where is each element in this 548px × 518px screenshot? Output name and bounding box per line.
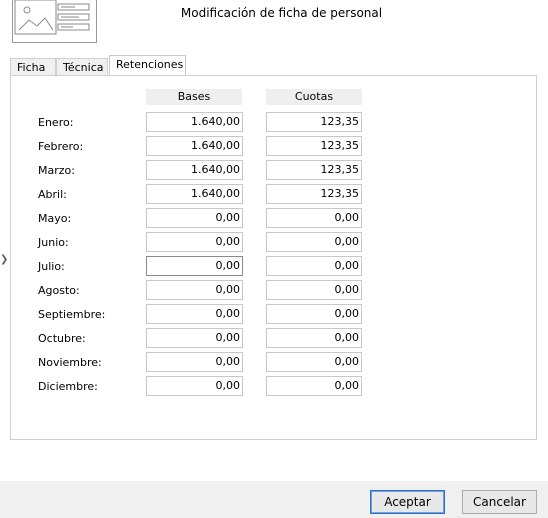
base-input[interactable]: 1.640,00 [146, 184, 243, 204]
month-label: Diciembre: [38, 380, 98, 393]
base-input[interactable]: 0,00 [146, 304, 243, 324]
tab-ficha[interactable]: Ficha [10, 58, 56, 76]
tab-retenciones[interactable]: Retenciones [109, 55, 186, 76]
base-input[interactable]: 0,00 [146, 328, 243, 348]
cuotas-column-header: Cuotas [266, 89, 362, 105]
month-label: Noviembre: [38, 356, 102, 369]
cuota-input[interactable]: 123,35 [266, 136, 362, 156]
base-input[interactable]: 0,00 [146, 208, 243, 228]
cuota-input[interactable]: 0,00 [266, 352, 362, 372]
base-input[interactable]: 0,00 [146, 280, 243, 300]
base-input[interactable]: 1.640,00 [146, 112, 243, 132]
cuota-input[interactable]: 0,00 [266, 376, 362, 396]
month-label: Septiembre: [38, 308, 106, 321]
cuota-input[interactable]: 0,00 [266, 208, 362, 228]
cuota-input[interactable]: 0,00 [266, 256, 362, 276]
base-input[interactable]: 0,00 [146, 376, 243, 396]
cuota-input[interactable]: 0,00 [266, 304, 362, 324]
base-input[interactable]: 0,00 [146, 256, 243, 276]
cuota-input[interactable]: 123,35 [266, 112, 362, 132]
month-label: Marzo: [38, 164, 75, 177]
month-label: Julio: [38, 260, 65, 273]
month-label: Octubre: [38, 332, 86, 345]
bases-column-header: Bases [146, 89, 242, 105]
chevron-right-icon: ❯ [0, 254, 9, 265]
base-input[interactable]: 0,00 [146, 352, 243, 372]
month-label: Febrero: [38, 140, 84, 153]
base-input[interactable]: 1.640,00 [146, 136, 243, 156]
month-label: Mayo: [38, 212, 72, 225]
month-label: Agosto: [38, 284, 80, 297]
accept-button[interactable]: Aceptar [370, 490, 445, 514]
month-label: Junio: [38, 236, 69, 249]
cuota-input[interactable]: 123,35 [266, 160, 362, 180]
month-label: Abril: [38, 188, 67, 201]
cuota-input[interactable]: 0,00 [266, 280, 362, 300]
cuota-input[interactable]: 0,00 [266, 328, 362, 348]
month-label: Enero: [38, 116, 74, 129]
base-input[interactable]: 0,00 [146, 232, 243, 252]
cuota-input[interactable]: 123,35 [266, 184, 362, 204]
window-title: Modificación de ficha de personal [180, 6, 383, 20]
cancel-button[interactable]: Cancelar [462, 490, 537, 514]
base-input[interactable]: 1.640,00 [146, 160, 243, 180]
tab-tecnica[interactable]: Técnica [56, 58, 108, 76]
cuota-input[interactable]: 0,00 [266, 232, 362, 252]
